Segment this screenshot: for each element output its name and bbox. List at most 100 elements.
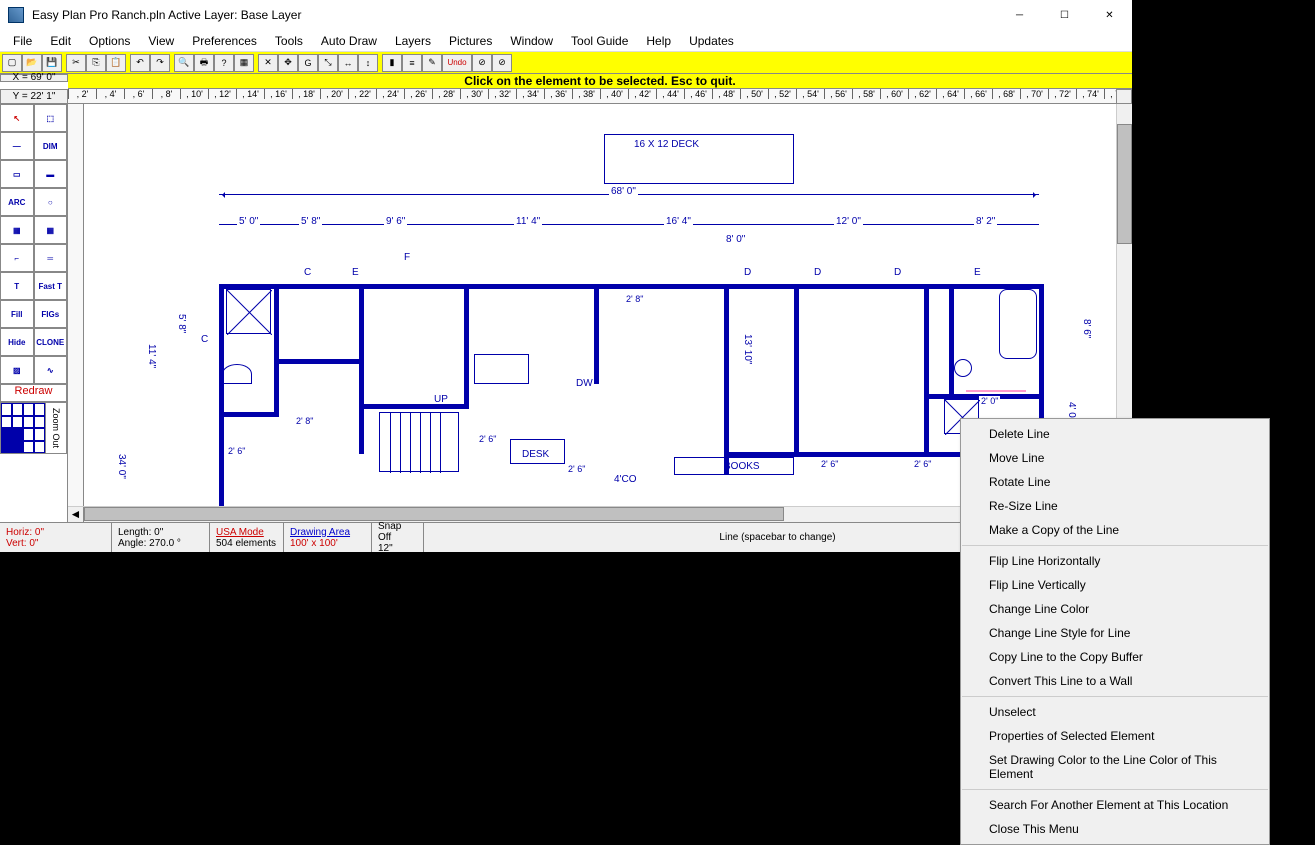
maximize-button[interactable]: ☐ bbox=[1042, 1, 1087, 29]
resize-button[interactable]: ⤡ bbox=[318, 54, 338, 72]
status-snap[interactable]: Snap Off bbox=[378, 521, 417, 543]
tool-5-1[interactable]: ═ bbox=[34, 244, 68, 272]
cm-close-this-menu[interactable]: Close This Menu bbox=[961, 817, 1269, 841]
status-angle: Angle: 270.0 ° bbox=[118, 538, 203, 549]
cm-set-drawing-color-to-the-line-color-of-this-element[interactable]: Set Drawing Color to the Line Color of T… bbox=[961, 748, 1269, 786]
menu-options[interactable]: Options bbox=[80, 32, 139, 50]
tool-1-0[interactable]: — bbox=[0, 132, 34, 160]
undo-button[interactable]: ↶ bbox=[130, 54, 150, 72]
tool-6-1[interactable]: Fast T bbox=[34, 272, 68, 300]
move-button[interactable]: ✥ bbox=[278, 54, 298, 72]
menu-tools[interactable]: Tools bbox=[266, 32, 312, 50]
cm-move-line[interactable]: Move Line bbox=[961, 446, 1269, 470]
cm-re-size-line[interactable]: Re-Size Line bbox=[961, 494, 1269, 518]
coord-y: Y = 22' 1" bbox=[0, 89, 68, 104]
books-outline bbox=[674, 457, 794, 475]
cm-change-line-color[interactable]: Change Line Color bbox=[961, 597, 1269, 621]
paste-button[interactable]: 📋 bbox=[106, 54, 126, 72]
tool-5-0[interactable]: ⌐ bbox=[0, 244, 34, 272]
menu-help[interactable]: Help bbox=[637, 32, 680, 50]
island bbox=[474, 354, 529, 384]
grid-button[interactable]: ▦ bbox=[234, 54, 254, 72]
wall-west bbox=[219, 284, 224, 506]
redraw-button[interactable]: Redraw bbox=[0, 384, 67, 402]
del-button[interactable]: ✕ bbox=[258, 54, 278, 72]
tool-8-0[interactable]: Hide bbox=[0, 328, 34, 356]
cm-flip-line-vertically[interactable]: Flip Line Vertically bbox=[961, 573, 1269, 597]
status-mode[interactable]: USA Mode bbox=[216, 527, 277, 538]
save-button[interactable]: 💾 bbox=[42, 54, 62, 72]
hdim-button[interactable]: ↔ bbox=[338, 54, 358, 72]
tool-9-0[interactable]: ▨ bbox=[0, 356, 34, 384]
menu-file[interactable]: File bbox=[4, 32, 41, 50]
status-area-label[interactable]: Drawing Area bbox=[290, 527, 365, 538]
tool-7-1[interactable]: FIGs bbox=[34, 300, 68, 328]
menu-layers[interactable]: Layers bbox=[386, 32, 440, 50]
ruler-vertical[interactable] bbox=[68, 104, 84, 506]
open-button[interactable]: 📂 bbox=[22, 54, 42, 72]
tool-3-0[interactable]: ARC bbox=[0, 188, 34, 216]
zoom-out-button[interactable]: Zoom Out bbox=[45, 403, 66, 453]
colors-button[interactable]: ▮ bbox=[382, 54, 402, 72]
vdim-button[interactable]: ↕ bbox=[358, 54, 378, 72]
style-button[interactable]: ≡ bbox=[402, 54, 422, 72]
cm-convert-this-line-to-a-wall[interactable]: Convert This Line to a Wall bbox=[961, 669, 1269, 693]
toilet-icon bbox=[222, 364, 252, 384]
noentry-button[interactable]: ⊘ bbox=[492, 54, 512, 72]
tool-4-0[interactable]: ▦ bbox=[0, 216, 34, 244]
navigator-grid[interactable]: Zoom Out bbox=[0, 402, 67, 454]
tool-7-0[interactable]: Fill bbox=[0, 300, 34, 328]
ruler-corner bbox=[1116, 89, 1132, 104]
menu-window[interactable]: Window bbox=[501, 32, 562, 50]
tool-4-1[interactable]: ▦ bbox=[34, 216, 68, 244]
copy-button[interactable]: ⎘ bbox=[86, 54, 106, 72]
redo2-button[interactable]: ⊘ bbox=[472, 54, 492, 72]
tool-9-1[interactable]: ∿ bbox=[34, 356, 68, 384]
cm-copy-line-to-the-copy-buffer[interactable]: Copy Line to the Copy Buffer bbox=[961, 645, 1269, 669]
cm-properties-of-selected-element[interactable]: Properties of Selected Element bbox=[961, 724, 1269, 748]
wall-north bbox=[219, 284, 1044, 289]
context-menu: Delete LineMove LineRotate LineRe-Size L… bbox=[960, 418, 1270, 845]
draw-button[interactable]: ✎ bbox=[422, 54, 442, 72]
cm-delete-line[interactable]: Delete Line bbox=[961, 422, 1269, 446]
rot-button[interactable]: G bbox=[298, 54, 318, 72]
menu-view[interactable]: View bbox=[139, 32, 183, 50]
selected-line[interactable] bbox=[966, 390, 1026, 392]
undo2-button[interactable]: Undo bbox=[442, 54, 472, 72]
tool-8-1[interactable]: CLONE bbox=[34, 328, 68, 356]
tool-3-1[interactable]: ○ bbox=[34, 188, 68, 216]
ruler-horizontal[interactable]: , 2', 4', 6', 8', 10', 12', 14', 16', 18… bbox=[68, 89, 1116, 104]
hint-bar: Click on the element to be selected. Esc… bbox=[68, 74, 1132, 89]
print-button[interactable]: 🖶 bbox=[194, 54, 214, 72]
titlebar: Easy Plan Pro Ranch.pln Active Layer: Ba… bbox=[0, 0, 1132, 30]
close-button[interactable]: ✕ bbox=[1087, 1, 1132, 29]
new-button[interactable]: ▢ bbox=[2, 54, 22, 72]
cm-unselect[interactable]: Unselect bbox=[961, 700, 1269, 724]
tool-0-0[interactable]: ↖ bbox=[0, 104, 34, 132]
cm-flip-line-horizontally[interactable]: Flip Line Horizontally bbox=[961, 549, 1269, 573]
minimize-button[interactable]: ─ bbox=[997, 1, 1042, 29]
status-center: Line (spacebar to change) bbox=[719, 532, 835, 543]
menu-auto-draw[interactable]: Auto Draw bbox=[312, 32, 386, 50]
menu-updates[interactable]: Updates bbox=[680, 32, 743, 50]
zoom-button[interactable]: 🔍 bbox=[174, 54, 194, 72]
tool-2-0[interactable]: ▭ bbox=[0, 160, 34, 188]
cm-make-a-copy-of-the-line[interactable]: Make a Copy of the Line bbox=[961, 518, 1269, 542]
tool-0-1[interactable]: ⬚ bbox=[34, 104, 68, 132]
bathtub-icon bbox=[999, 289, 1037, 359]
menu-pictures[interactable]: Pictures bbox=[440, 32, 501, 50]
cm-rotate-line[interactable]: Rotate Line bbox=[961, 470, 1269, 494]
tool-1-1[interactable]: DIM bbox=[34, 132, 68, 160]
tool-2-1[interactable]: ▬ bbox=[34, 160, 68, 188]
status-elements: 504 elements bbox=[216, 538, 277, 549]
menu-tool-guide[interactable]: Tool Guide bbox=[562, 32, 637, 50]
cm-change-line-style-for-line[interactable]: Change Line Style for Line bbox=[961, 621, 1269, 645]
tool-6-0[interactable]: T bbox=[0, 272, 34, 300]
help-button[interactable]: ? bbox=[214, 54, 234, 72]
redo-button[interactable]: ↷ bbox=[150, 54, 170, 72]
status-vert: Vert: 0" bbox=[6, 538, 105, 549]
menu-preferences[interactable]: Preferences bbox=[183, 32, 266, 50]
status-horiz: Horiz: 0" bbox=[6, 527, 105, 538]
cut-button[interactable]: ✂ bbox=[66, 54, 86, 72]
menu-edit[interactable]: Edit bbox=[41, 32, 80, 50]
